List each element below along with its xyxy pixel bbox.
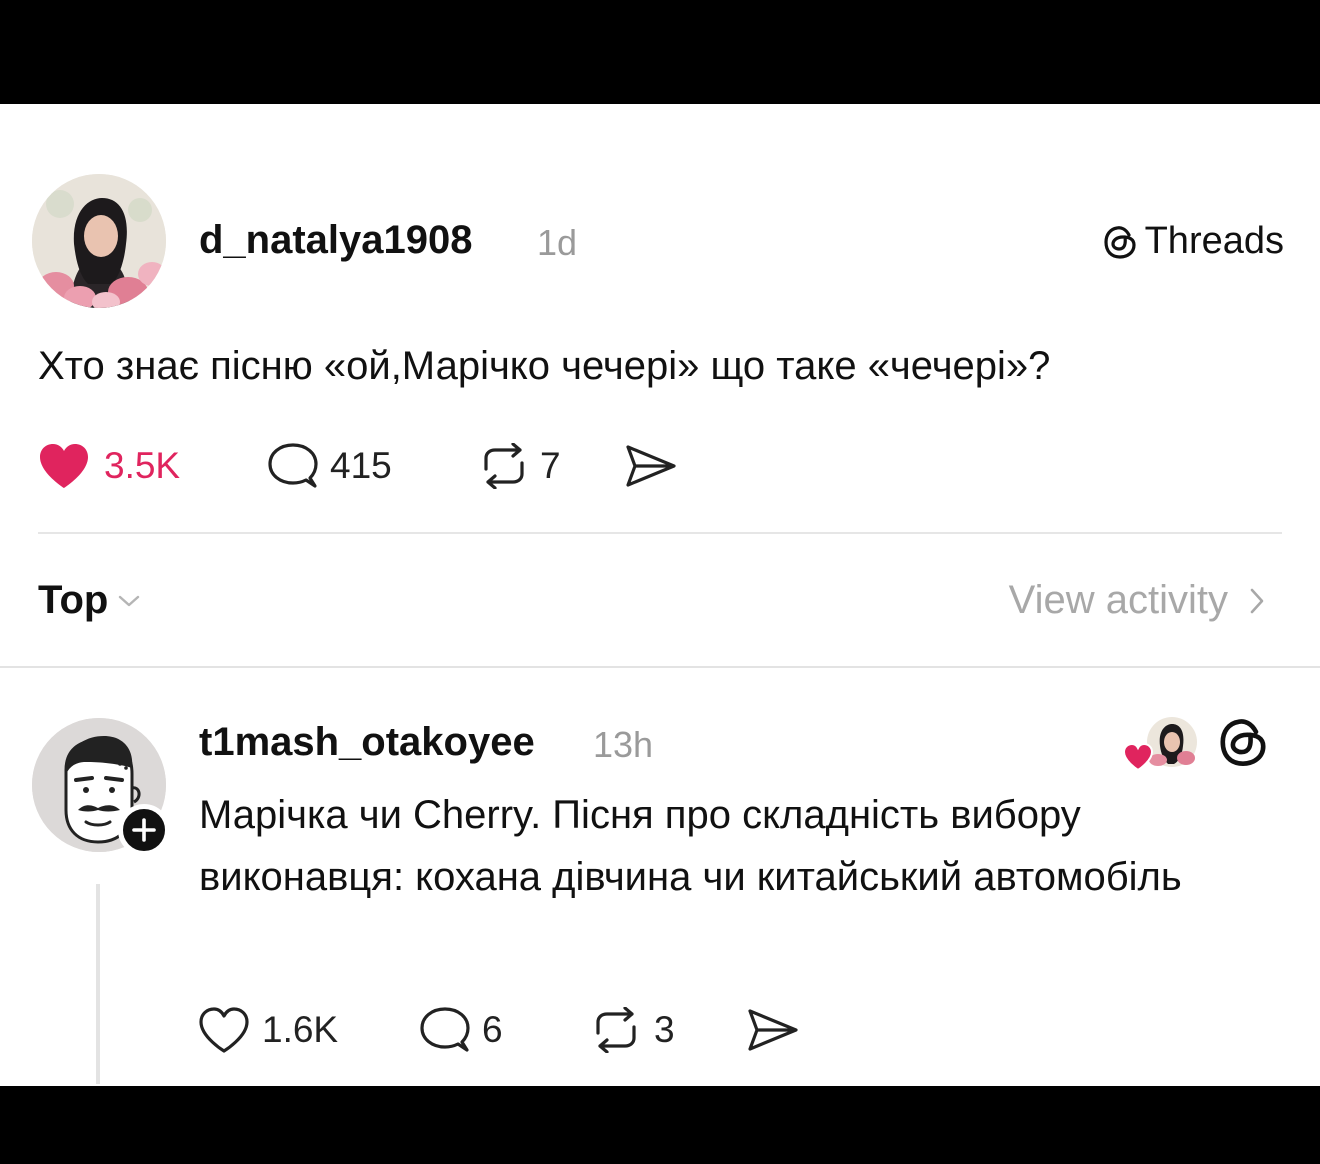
author-username[interactable]: d_natalya1908 (199, 218, 473, 263)
reply-username[interactable]: t1mash_otakoyee (199, 720, 535, 765)
comment-icon (420, 1007, 470, 1052)
share-button[interactable] (624, 443, 678, 489)
threads-logo-icon (1220, 719, 1266, 766)
reply-repost-count: 3 (654, 1009, 675, 1050)
reply-text: Марічка чи Cherry. Пісня про складність … (199, 793, 1182, 899)
avatar-image (32, 174, 166, 308)
follow-button[interactable] (118, 804, 170, 856)
reply-like-count: 1.6K (262, 1009, 339, 1050)
view-activity-label: View activity (1008, 578, 1228, 622)
thread-connector-line (96, 884, 100, 1084)
like-count: 3.5K (104, 445, 181, 486)
bottom-black-bar (0, 1086, 1320, 1164)
heart-icon (40, 444, 88, 488)
divider (38, 532, 1282, 534)
threads-label: Threads (1144, 220, 1284, 262)
post-actions: 3.5K 415 7 (38, 442, 678, 490)
threads-logo-icon (1103, 225, 1136, 259)
reply-button[interactable]: 415 (268, 442, 478, 490)
heart-icon (199, 1007, 249, 1053)
threads-screen: d_natalya1908 1d Threads Хто знає пісню … (0, 104, 1320, 1086)
sort-dropdown[interactable]: Top (38, 578, 140, 623)
liked-by-author-indicator (1122, 716, 1200, 777)
chevron-right-icon (1250, 588, 1264, 613)
post-text: Хто знає пісню «ой,Марічко чечері» що та… (38, 344, 1051, 388)
comment-icon (268, 443, 318, 488)
reply-reply-button[interactable]: 6 (420, 1006, 590, 1054)
plus-icon (132, 818, 156, 842)
repost-icon (596, 1007, 636, 1053)
repost-count: 7 (540, 445, 561, 486)
reply-timestamp: 13h (593, 724, 654, 765)
repost-button[interactable]: 7 (478, 443, 624, 489)
post-timestamp: 1d (537, 222, 578, 263)
reply-reply-count: 6 (482, 1009, 503, 1050)
repost-icon (484, 443, 524, 489)
reply-repost-button[interactable]: 3 (590, 1007, 746, 1053)
threads-logo-button[interactable] (1218, 716, 1268, 773)
reply-share-button[interactable] (746, 1007, 800, 1053)
like-button[interactable]: 3.5K (38, 442, 268, 490)
share-icon (626, 445, 676, 487)
chevron-down-icon (119, 595, 140, 606)
view-activity-link[interactable]: View activity (1009, 578, 1264, 623)
threads-brand[interactable]: Threads (1103, 220, 1284, 263)
liked-by-avatar-icon (1122, 717, 1197, 772)
reply-like-button[interactable]: 1.6K (198, 1006, 420, 1054)
author-avatar[interactable] (32, 174, 166, 308)
section-divider (0, 666, 1320, 668)
share-icon (748, 1009, 798, 1051)
sort-label: Top (38, 578, 109, 622)
reply-actions: 1.6K 6 3 (198, 1006, 800, 1054)
reply-count: 415 (330, 445, 392, 486)
